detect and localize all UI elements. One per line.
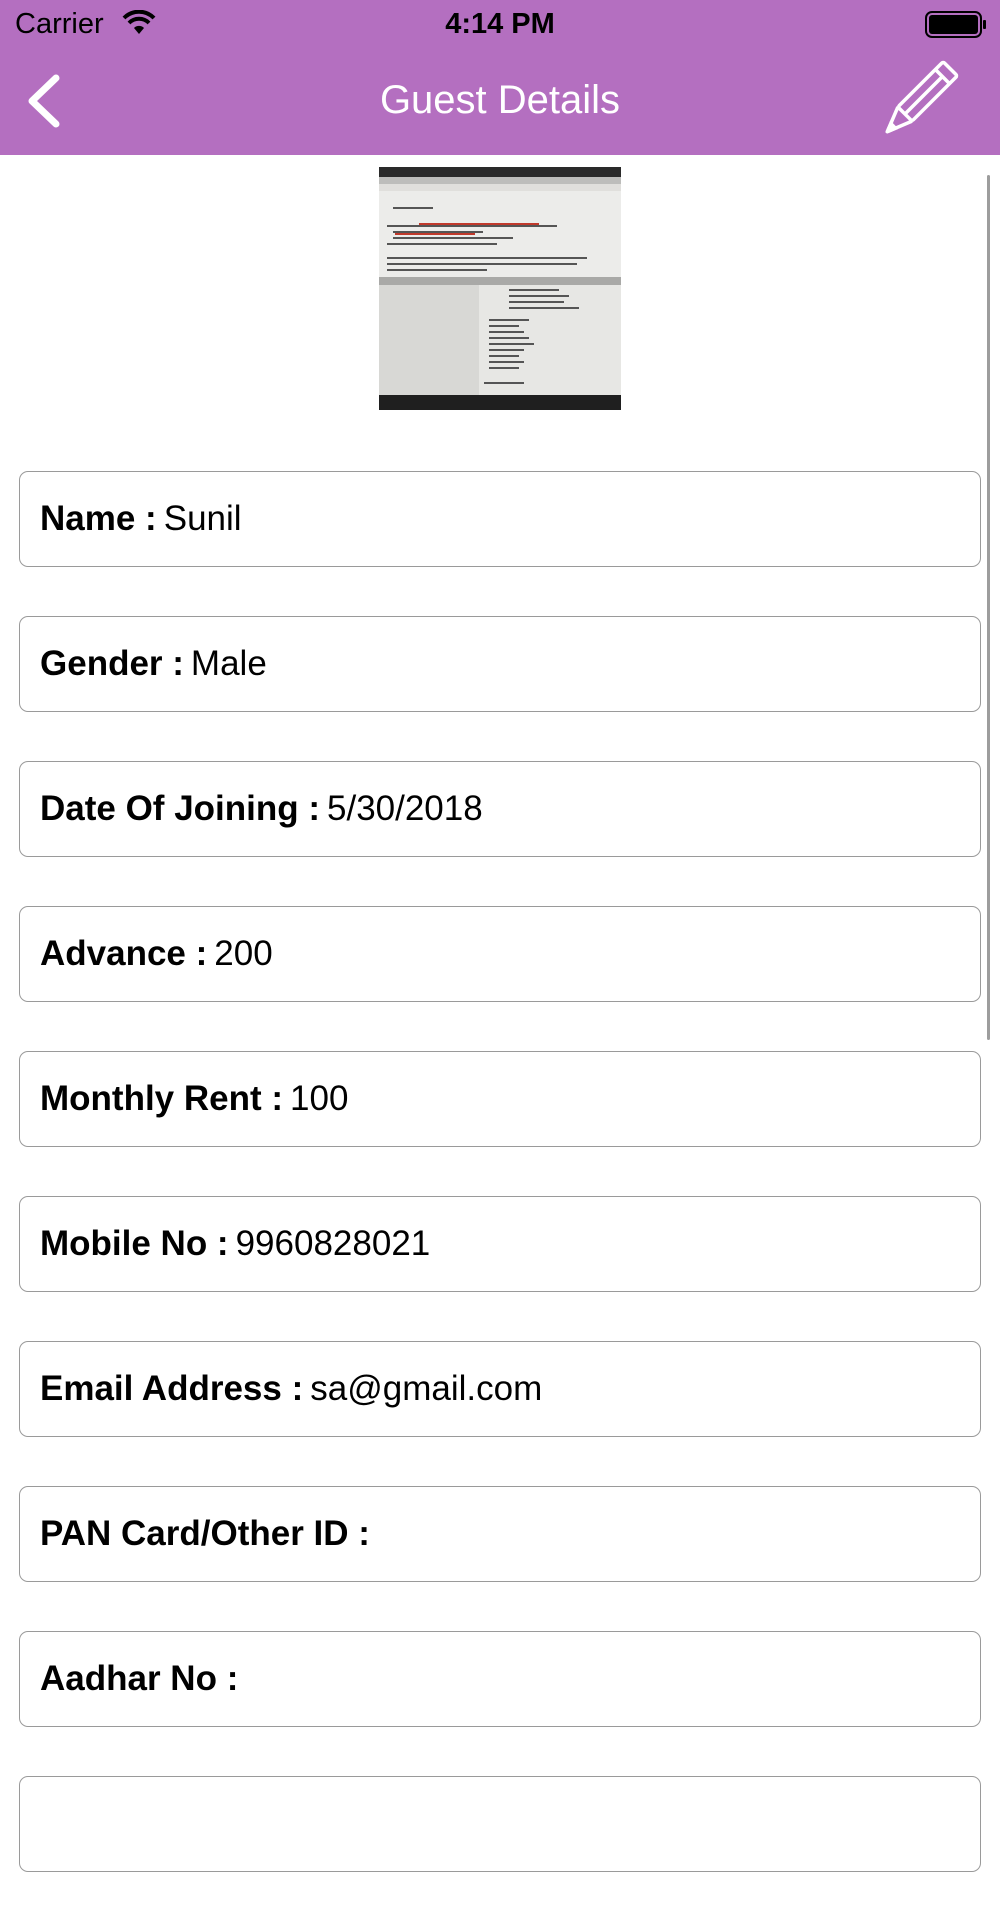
aadhar-no-field: Aadhar No :: [19, 1631, 981, 1727]
field-value: Male: [190, 644, 267, 683]
edit-button[interactable]: [872, 60, 962, 144]
field-value: 200: [214, 934, 273, 973]
status-bar: Carrier 4:14 PM: [0, 0, 1000, 50]
field-label: Name :: [40, 499, 157, 538]
date-of-joining-field: Date Of Joining : 5/30/2018: [19, 761, 981, 857]
status-time: 4:14 PM: [445, 8, 555, 40]
monthly-rent-field: Monthly Rent : 100: [19, 1051, 981, 1147]
field-label: Aadhar No :: [40, 1659, 239, 1698]
mobile-no-field: Mobile No : 9960828021: [19, 1196, 981, 1292]
field-value: Sunil: [163, 499, 242, 538]
scroll-indicator[interactable]: [987, 175, 990, 1040]
pencil-icon: [885, 60, 959, 134]
field-label: Mobile No :: [40, 1224, 229, 1263]
advance-field: Advance : 200: [19, 906, 981, 1002]
navigation-header: Carrier 4:14 PM Guest Details: [0, 0, 1000, 155]
field-label: Date Of Joining :: [40, 789, 320, 828]
gender-field: Gender : Male: [19, 616, 981, 712]
next-field: [19, 1776, 981, 1872]
field-label: Gender :: [40, 644, 184, 683]
field-label: Email Address :: [40, 1369, 304, 1408]
field-value: 5/30/2018: [327, 789, 483, 828]
name-field: Name : Sunil: [19, 471, 981, 567]
field-label: PAN Card/Other ID :: [40, 1514, 370, 1553]
page-title: Guest Details: [379, 78, 621, 122]
field-label: Advance :: [40, 934, 208, 973]
field-value: 100: [290, 1079, 349, 1118]
photo-image: [379, 167, 621, 410]
field-value: 9960828021: [235, 1224, 431, 1263]
field-value: sa@gmail.com: [310, 1369, 543, 1408]
guest-details-list: Name : Sunil Gender : Male Date Of Joini…: [19, 471, 981, 1921]
email-address-field: Email Address : sa@gmail.com: [19, 1341, 981, 1437]
battery-icon: [925, 11, 986, 38]
field-label: Monthly Rent :: [40, 1079, 284, 1118]
guest-photo: [379, 167, 621, 410]
pan-card-field: PAN Card/Other ID :: [19, 1486, 981, 1582]
